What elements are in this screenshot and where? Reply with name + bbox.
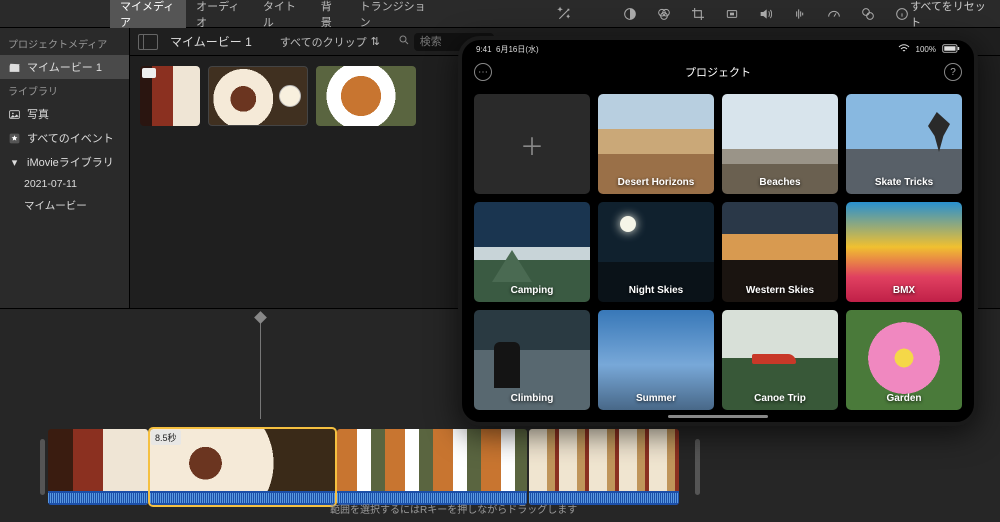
updown-icon: ⇅ <box>371 35 380 48</box>
search-icon <box>398 34 410 49</box>
project-label: Beaches <box>722 177 838 188</box>
timeline-hint: 範囲を選択するにはRキーを押しながらドラッグします <box>330 501 577 516</box>
stabilize-icon[interactable] <box>724 6 740 22</box>
ipad-overlay: 9:41 6月16日(水) 100% ⋯ プロジェクト ? ＋ Desert Ho… <box>458 36 978 426</box>
sidebar-project-label: マイムービー 1 <box>27 59 102 75</box>
ipad-header: ⋯ プロジェクト ? <box>462 58 974 86</box>
project-label: Climbing <box>474 393 590 404</box>
color-balance-icon[interactable] <box>622 6 638 22</box>
duration-badge: 8.5秒 <box>151 430 181 445</box>
timeline-clip[interactable] <box>48 429 148 505</box>
speed-icon[interactable] <box>826 6 842 22</box>
audio-waveform <box>48 491 148 505</box>
project-grid: ＋ Desert Horizons Beaches Skate Tricks Campi… <box>462 86 974 418</box>
project-cell[interactable]: Night Skies <box>598 202 714 302</box>
battery-label: 100% <box>916 45 936 54</box>
info-icon[interactable] <box>894 6 910 22</box>
battery-icon <box>942 44 960 55</box>
sidebar-project-item[interactable]: マイムービー 1 <box>0 55 129 79</box>
project-label: Canoe Trip <box>722 393 838 404</box>
camera-icon <box>142 68 156 78</box>
sidebar-item-label: すべてのイベント <box>27 130 114 146</box>
inspector-tools <box>622 6 910 22</box>
project-label: Garden <box>846 393 962 404</box>
project-cell[interactable]: Garden <box>846 310 962 410</box>
wifi-icon <box>898 43 910 55</box>
clip-filter-label: すべてのクリップ <box>280 34 367 50</box>
project-label: Desert Horizons <box>598 177 714 188</box>
crop-icon[interactable] <box>690 6 706 22</box>
clip-thumbnail[interactable] <box>208 66 308 126</box>
noise-reduction-icon[interactable] <box>792 6 808 22</box>
effects-icon[interactable] <box>860 6 876 22</box>
plus-icon: ＋ <box>520 127 544 162</box>
ipad-header-title: プロジェクト <box>685 64 751 80</box>
sidebar-item-label: 写真 <box>27 106 49 122</box>
timeline-clip-selected[interactable]: 8.5秒 <box>150 429 335 505</box>
project-label: Camping <box>474 285 590 296</box>
clip-thumbnail[interactable] <box>140 66 200 126</box>
project-cell[interactable]: Desert Horizons <box>598 94 714 194</box>
status-time: 9:41 <box>476 45 492 54</box>
timeline-clip[interactable] <box>529 429 679 505</box>
ipad-help-button[interactable]: ? <box>944 63 962 81</box>
library-name-label: iMovieライブラリ <box>27 154 114 170</box>
photo-icon <box>8 108 21 121</box>
sidebar-item[interactable]: すべてのイベント <box>0 126 129 150</box>
volume-icon[interactable] <box>758 6 774 22</box>
topbar: マイメディアオーディオタイトル背景トランジション すべてをリセット <box>0 0 1000 28</box>
project-cell[interactable]: Camping <box>474 202 590 302</box>
disclosure-icon: ▾ <box>8 156 21 169</box>
ipad-status-bar: 9:41 6月16日(水) 100% <box>462 40 974 58</box>
layout-toggle-icon[interactable] <box>138 34 158 50</box>
project-label: BMX <box>846 285 962 296</box>
color-correction-icon[interactable] <box>656 6 672 22</box>
new-project-button[interactable]: ＋ <box>474 94 590 194</box>
project-cell[interactable]: Climbing <box>474 310 590 410</box>
timeline-edge-handle[interactable] <box>40 439 45 495</box>
browser-title: マイムービー 1 <box>170 33 252 50</box>
project-cell[interactable]: Western Skies <box>722 202 838 302</box>
home-indicator[interactable] <box>668 415 768 418</box>
clip-thumbnail[interactable] <box>316 66 416 126</box>
ipad-menu-button[interactable]: ⋯ <box>474 63 492 81</box>
sidebar-library-root[interactable]: ▾ iMovieライブラリ <box>0 150 129 174</box>
reset-all-button[interactable]: すべてをリセット <box>910 0 988 30</box>
sidebar: プロジェクトメディア マイムービー 1 ライブラリ 写真すべてのイベント ▾ i… <box>0 28 130 308</box>
project-cell[interactable]: BMX <box>846 202 962 302</box>
star-icon <box>8 132 21 145</box>
audio-waveform <box>150 491 335 505</box>
project-cell[interactable]: Summer <box>598 310 714 410</box>
project-cell[interactable]: Canoe Trip <box>722 310 838 410</box>
status-date: 6月16日(水) <box>496 45 539 54</box>
project-label: Skate Tricks <box>846 177 962 188</box>
timeline-edge-handle[interactable] <box>695 439 700 495</box>
project-label: Night Skies <box>598 285 714 296</box>
clip-filter-dropdown[interactable]: すべてのクリップ ⇅ <box>280 34 380 50</box>
clapper-icon <box>8 61 21 74</box>
playhead[interactable] <box>260 317 261 419</box>
project-cell[interactable]: Beaches <box>722 94 838 194</box>
sidebar-item[interactable]: 写真 <box>0 102 129 126</box>
sidebar-heading-library: ライブラリ <box>0 79 129 102</box>
sidebar-event[interactable]: 2021-07-11 <box>0 174 129 194</box>
project-label: Western Skies <box>722 285 838 296</box>
timeline-track: 8.5秒 <box>48 429 690 505</box>
project-label: Summer <box>598 393 714 404</box>
sidebar-heading-project: プロジェクトメディア <box>0 32 129 55</box>
project-cell[interactable]: Skate Tricks <box>846 94 962 194</box>
timeline-clip[interactable] <box>337 429 527 505</box>
magic-wand-icon[interactable] <box>556 5 572 23</box>
sidebar-event[interactable]: マイムービー <box>0 194 129 217</box>
